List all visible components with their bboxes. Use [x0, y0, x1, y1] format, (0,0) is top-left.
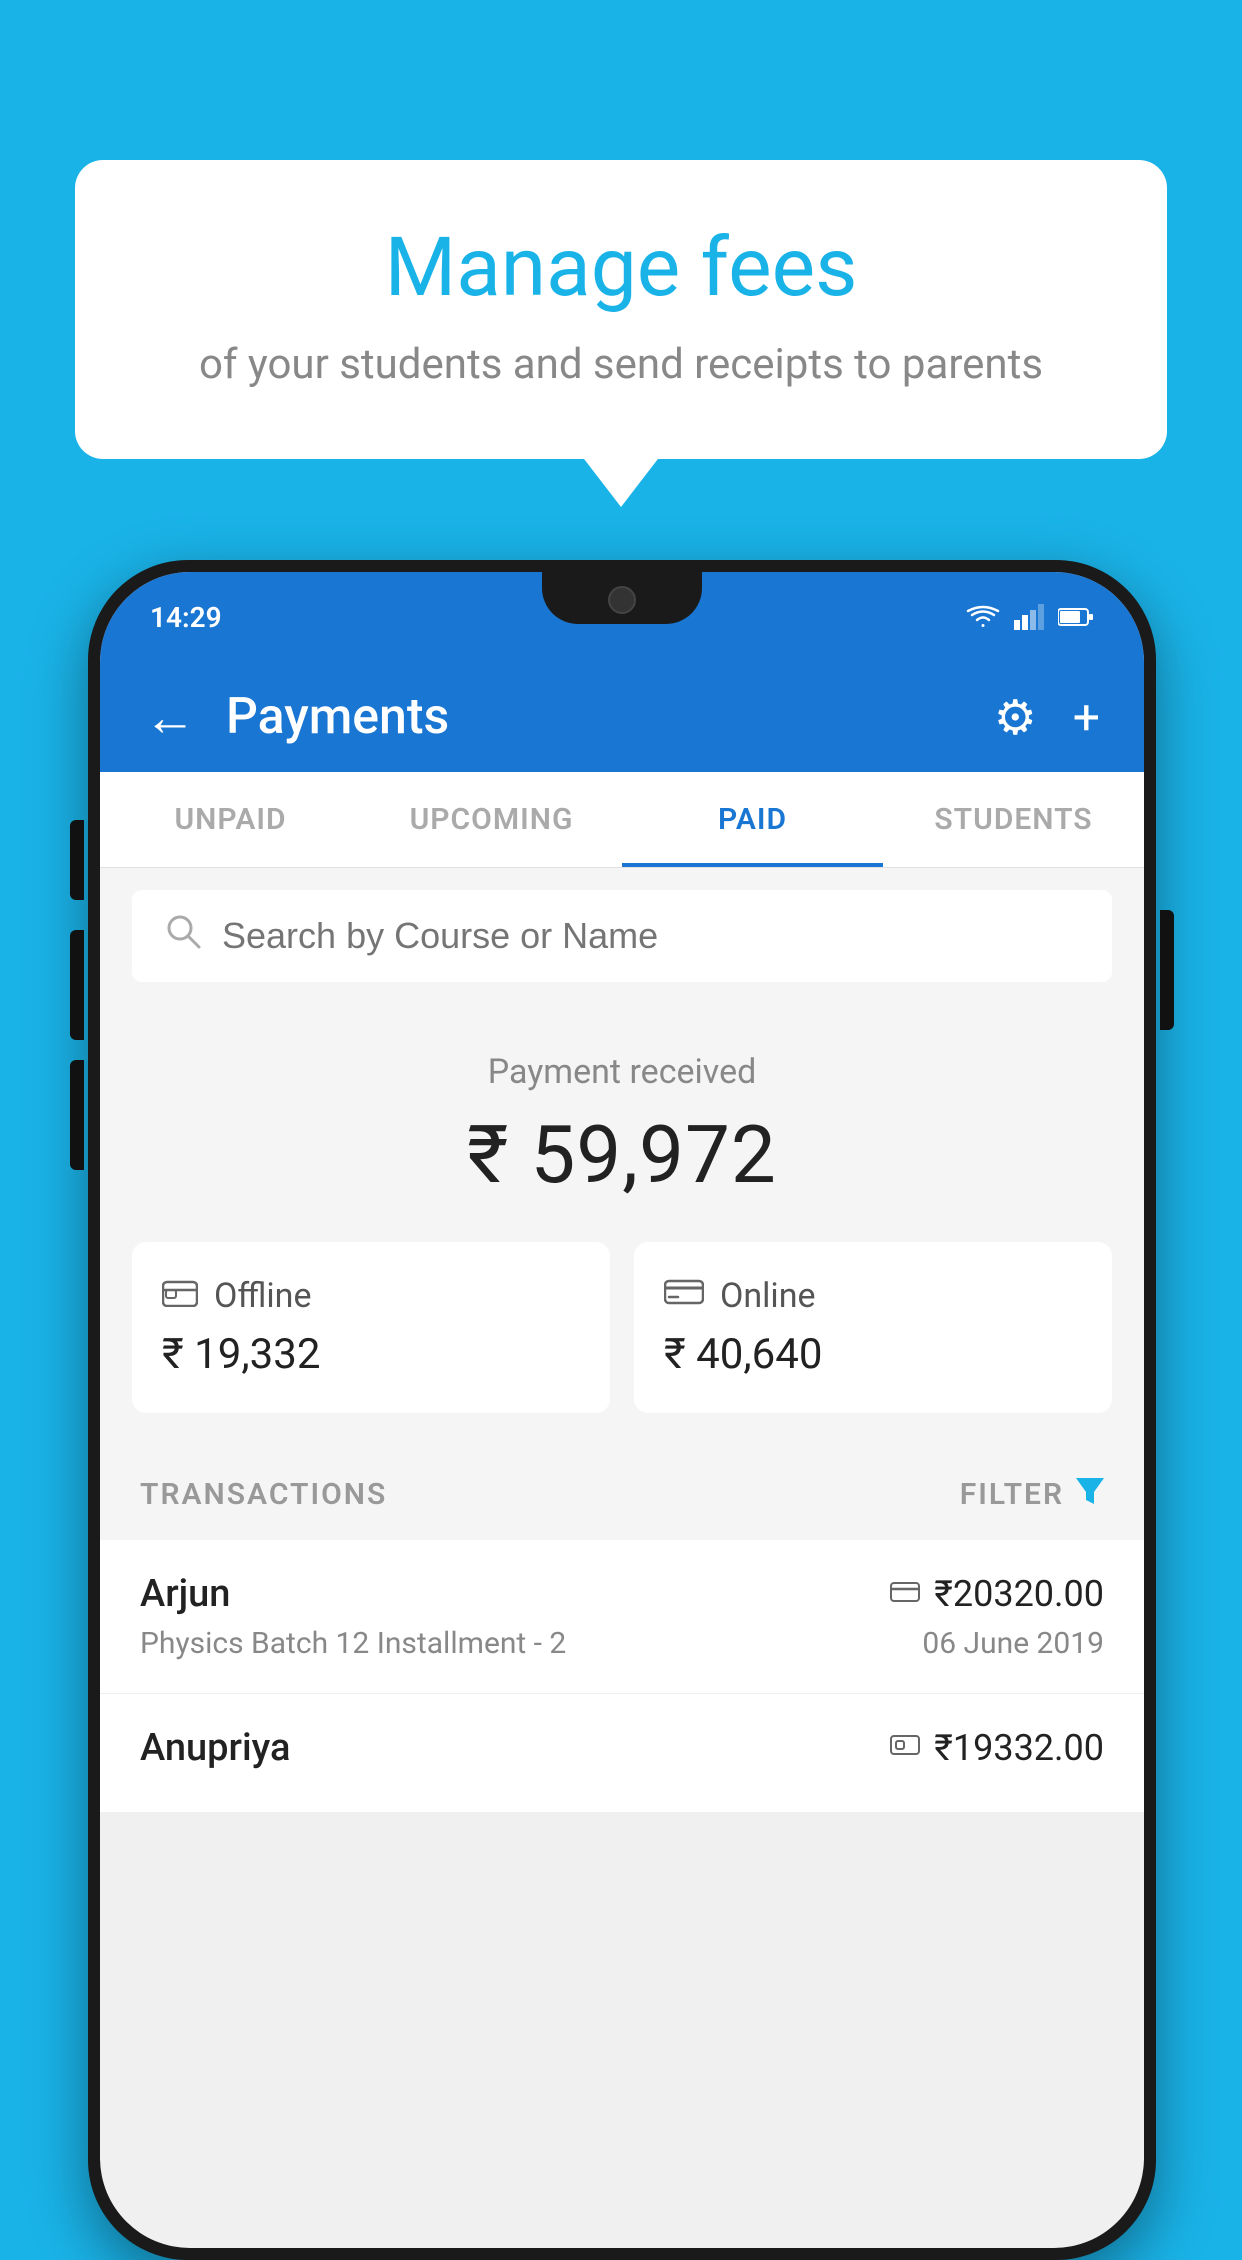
transaction-type-icon-cash [890, 1732, 920, 1765]
settings-icon[interactable]: ⚙ [994, 689, 1037, 746]
online-label: Online [720, 1276, 816, 1316]
search-icon [164, 912, 202, 960]
battery-icon [1058, 607, 1094, 627]
tab-upcoming[interactable]: UPCOMING [361, 772, 622, 867]
tab-paid[interactable]: PAID [622, 772, 883, 867]
phone-power-button [1160, 910, 1174, 1030]
transaction-row-top-2: Anupriya ₹19332.00 [140, 1726, 1104, 1770]
manage-fees-subtitle: of your students and send receipts to pa… [155, 340, 1087, 389]
add-icon[interactable]: + [1073, 689, 1100, 746]
app-bar-actions: ⚙ + [994, 689, 1100, 746]
transaction-item-arjun[interactable]: Arjun ₹20320.00 Physics Batch 12 Install… [100, 1540, 1144, 1694]
phone-volume-down-button [70, 930, 84, 1040]
search-container [100, 868, 1144, 1004]
speech-bubble-container: Manage fees of your students and send re… [75, 160, 1167, 459]
transaction-row-top: Arjun ₹20320.00 [140, 1572, 1104, 1616]
offline-card: Offline ₹ 19,332 [132, 1242, 610, 1413]
offline-amount: ₹ 19,332 [162, 1330, 580, 1379]
phone-volume-up-button [70, 820, 84, 900]
transaction-amount-container-2: ₹19332.00 [890, 1727, 1104, 1769]
filter-button[interactable]: FILTER [960, 1477, 1104, 1512]
transaction-amount-2: ₹19332.00 [934, 1727, 1104, 1769]
payment-amount: ₹ 59,972 [130, 1108, 1114, 1202]
back-button[interactable]: ← [144, 687, 196, 748]
phone-screen: 14:29 [100, 572, 1144, 2248]
online-card: Online ₹ 40,640 [634, 1242, 1112, 1413]
transactions-header: TRANSACTIONS FILTER [100, 1449, 1144, 1540]
app-bar: ← Payments ⚙ + [100, 662, 1144, 772]
status-bar-area: 14:29 [100, 572, 1144, 662]
payment-cards: Offline ₹ 19,332 Online ₹ 40,640 [100, 1242, 1144, 1449]
transaction-amount-container: ₹20320.00 [890, 1573, 1104, 1615]
transactions-label: TRANSACTIONS [140, 1477, 387, 1512]
phone-frame: 14:29 [88, 560, 1156, 2260]
transaction-name-2: Anupriya [140, 1726, 290, 1770]
transaction-type-icon-card [890, 1578, 920, 1611]
payment-summary: Payment received ₹ 59,972 [100, 1004, 1144, 1242]
transaction-date: 06 June 2019 [922, 1626, 1104, 1661]
manage-fees-title: Manage fees [155, 220, 1087, 316]
tab-students[interactable]: STUDENTS [883, 772, 1144, 867]
offline-icon [162, 1276, 198, 1316]
wifi-icon [966, 604, 1000, 630]
filter-icon [1076, 1477, 1104, 1512]
transaction-name: Arjun [140, 1572, 230, 1616]
status-time: 14:29 [150, 601, 222, 634]
transaction-sub-row: Physics Batch 12 Installment - 2 06 June… [140, 1626, 1104, 1661]
payment-received-label: Payment received [130, 1052, 1114, 1092]
speech-bubble: Manage fees of your students and send re… [75, 160, 1167, 459]
search-bar[interactable] [132, 890, 1112, 982]
transactions-list: Arjun ₹20320.00 Physics Batch 12 Install… [100, 1540, 1144, 1813]
online-icon [664, 1276, 704, 1316]
offline-label: Offline [214, 1276, 311, 1316]
app-bar-title: Payments [226, 688, 964, 746]
phone-side-button-3 [70, 1060, 84, 1170]
transaction-amount: ₹20320.00 [934, 1573, 1104, 1615]
status-icons [966, 604, 1094, 630]
search-input[interactable] [222, 915, 1080, 957]
status-bar: 14:29 [150, 601, 1094, 634]
transaction-item-anupriya[interactable]: Anupriya ₹19332.00 [100, 1694, 1144, 1813]
online-amount: ₹ 40,640 [664, 1330, 1082, 1379]
filter-label: FILTER [960, 1477, 1064, 1512]
signal-icon [1014, 604, 1044, 630]
tabs-bar: UNPAID UPCOMING PAID STUDENTS [100, 772, 1144, 868]
transaction-course: Physics Batch 12 Installment - 2 [140, 1626, 566, 1661]
online-card-header: Online [664, 1276, 1082, 1316]
tab-unpaid[interactable]: UNPAID [100, 772, 361, 867]
offline-card-header: Offline [162, 1276, 580, 1316]
